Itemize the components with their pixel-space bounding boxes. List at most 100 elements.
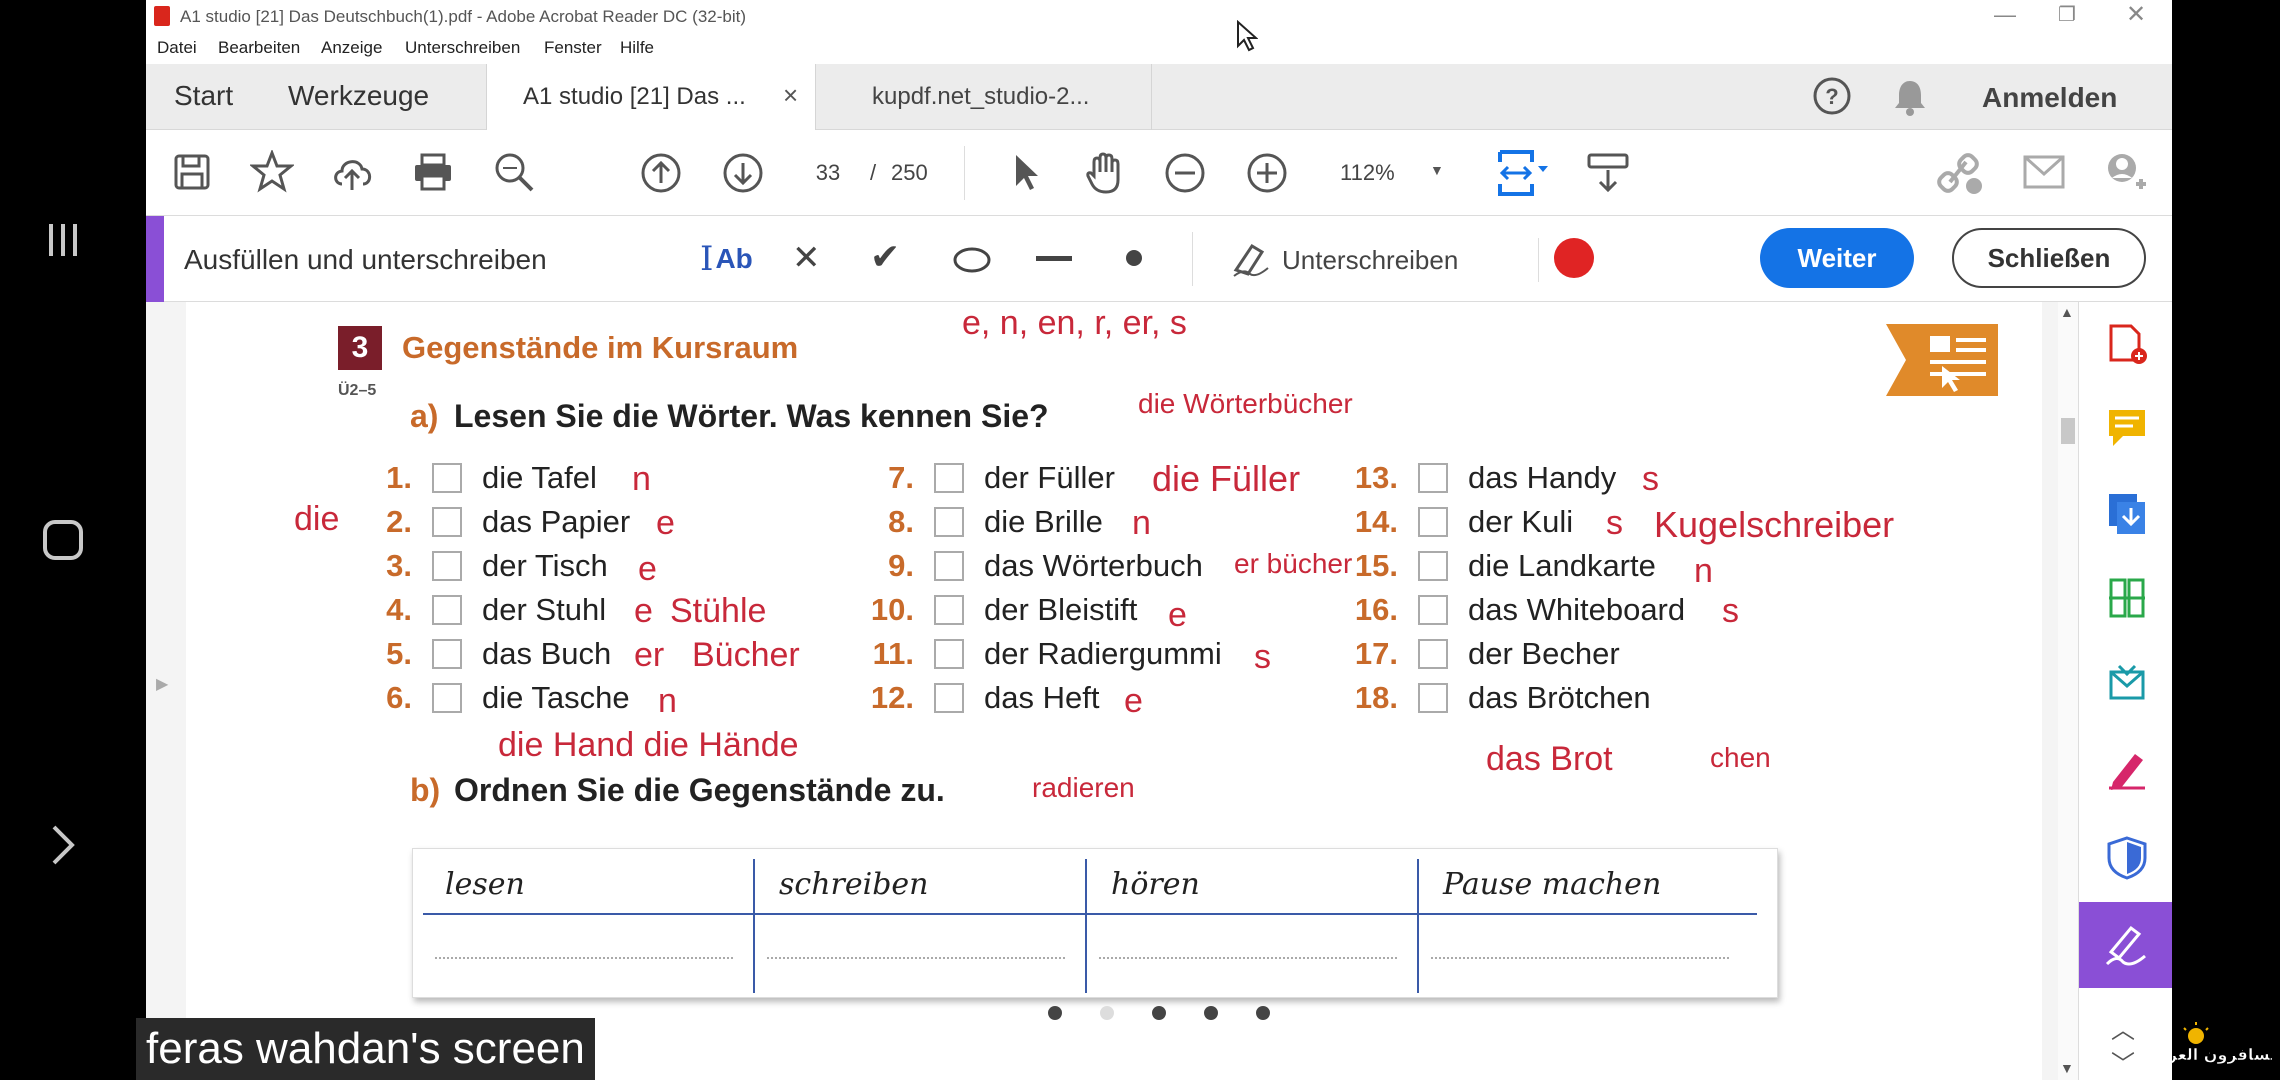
- cross-mark-icon[interactable]: ✕: [792, 238, 821, 278]
- tab-tools[interactable]: Werkzeuge: [288, 80, 429, 112]
- annotation-text[interactable]: s: [1606, 504, 1623, 543]
- menu-item-unterschreiben[interactable]: Unterschreiben: [405, 38, 520, 58]
- panel-scroll-up-icon[interactable]: ︿: [2111, 1010, 2135, 1045]
- upload-cloud-icon[interactable]: [330, 152, 374, 197]
- annotation-text[interactable]: e: [656, 504, 675, 543]
- next-page-icon[interactable]: [722, 152, 764, 199]
- fill-sign-tool-active[interactable]: [2079, 902, 2172, 988]
- organize-pages-icon[interactable]: [2105, 576, 2149, 625]
- annotation-text[interactable]: n: [1132, 504, 1151, 543]
- checkbox[interactable]: [934, 639, 964, 669]
- add-text-tool[interactable]: I Ab: [700, 236, 753, 282]
- restore-icon[interactable]: ❐: [2058, 2, 2076, 27]
- annotation-text[interactable]: n: [632, 460, 651, 499]
- scroll-up-arrow-icon[interactable]: ▲: [2060, 304, 2074, 320]
- checkbox[interactable]: [934, 595, 964, 625]
- annotation-text[interactable]: Stühle: [670, 592, 766, 631]
- checkbox[interactable]: [432, 683, 462, 713]
- previous-page-icon[interactable]: [640, 152, 682, 199]
- scrollbar-thumb[interactable]: [2061, 418, 2075, 444]
- zoom-select[interactable]: 112% ▼: [1322, 152, 1452, 194]
- annotation-text[interactable]: die Wörterbücher: [1138, 388, 1353, 420]
- annotation-text[interactable]: e: [1168, 596, 1187, 635]
- annotation-text[interactable]: das Brot: [1486, 740, 1613, 779]
- checkbox[interactable]: [934, 551, 964, 581]
- annotation-text[interactable]: Kugelschreiber: [1654, 504, 1894, 546]
- sign-in-link[interactable]: Anmelden: [1982, 82, 2117, 114]
- fill-sign-pen-icon[interactable]: [2105, 748, 2149, 797]
- annotation-text[interactable]: radieren: [1032, 772, 1135, 804]
- menu-item-anzeige[interactable]: Anzeige: [321, 38, 382, 58]
- page-fit-icon[interactable]: [1496, 148, 1552, 203]
- sign-tool[interactable]: Unterschreiben: [1230, 238, 1458, 282]
- annotation-text[interactable]: e: [634, 592, 653, 631]
- email-icon[interactable]: [2022, 154, 2066, 195]
- page-number-input[interactable]: 33: [802, 152, 854, 194]
- answer-line[interactable]: [1431, 957, 1729, 959]
- checkbox[interactable]: [934, 507, 964, 537]
- read-mode-icon[interactable]: [1586, 152, 1630, 199]
- checkbox[interactable]: [432, 463, 462, 493]
- annotation-text[interactable]: er: [634, 636, 664, 675]
- create-pdf-icon[interactable]: [2105, 322, 2149, 371]
- annotation-text[interactable]: s: [1642, 460, 1659, 499]
- zoom-in-icon[interactable]: [1246, 152, 1288, 199]
- check-mark-icon[interactable]: ✔: [870, 236, 900, 278]
- annotation-text[interactable]: s: [1254, 638, 1271, 677]
- select-cursor-icon[interactable]: [1010, 152, 1042, 197]
- tab-document-2[interactable]: kupdf.net_studio-2...: [816, 64, 1152, 130]
- checkbox[interactable]: [432, 507, 462, 537]
- bookmark-star-icon[interactable]: [248, 148, 296, 199]
- annotation-text[interactable]: die: [294, 500, 339, 539]
- home-icon[interactable]: [0, 510, 126, 570]
- line-icon[interactable]: [1036, 256, 1072, 261]
- answer-line[interactable]: [1099, 957, 1397, 959]
- menu-item-datei[interactable]: Datei: [157, 38, 197, 58]
- annotation-text[interactable]: chen: [1710, 742, 1771, 774]
- print-icon[interactable]: [412, 152, 454, 197]
- page-dot[interactable]: [1100, 1006, 1114, 1020]
- notifications-bell-icon[interactable]: [1892, 78, 1928, 121]
- checkbox[interactable]: [1418, 595, 1448, 625]
- send-for-review-icon[interactable]: [2105, 662, 2149, 711]
- ellipse-icon[interactable]: [952, 246, 992, 279]
- page-dot[interactable]: [1152, 1006, 1166, 1020]
- menu-item-bearbeiten[interactable]: Bearbeiten: [218, 38, 300, 58]
- scroll-down-arrow-icon[interactable]: ▼: [2060, 1060, 2074, 1076]
- zoom-out-icon[interactable]: [1164, 152, 1206, 199]
- add-user-icon[interactable]: [2102, 150, 2148, 201]
- close-window-icon[interactable]: ✕: [2126, 0, 2146, 29]
- annotation-text[interactable]: Bücher: [692, 636, 800, 675]
- recent-apps-icon[interactable]: [0, 210, 126, 270]
- annotation-text[interactable]: er bücher: [1234, 548, 1352, 580]
- checkbox[interactable]: [432, 595, 462, 625]
- hand-tool-icon[interactable]: [1084, 150, 1128, 201]
- annotation-text[interactable]: e, n, en, r, er, s: [962, 304, 1187, 343]
- tab-start[interactable]: Start: [174, 80, 233, 112]
- panel-scroll-down-icon[interactable]: ﹀: [2111, 1044, 2135, 1079]
- help-icon[interactable]: ?: [1812, 76, 1852, 121]
- search-zoom-icon[interactable]: [492, 150, 536, 199]
- annotation-text[interactable]: die Hand die Hände: [498, 726, 799, 765]
- page-dot[interactable]: [1048, 1006, 1062, 1020]
- export-pdf-icon[interactable]: [2105, 490, 2149, 543]
- protect-shield-icon[interactable]: [2105, 834, 2149, 887]
- tab-document-active[interactable]: A1 studio [21] Das ... ×: [486, 64, 816, 130]
- back-icon[interactable]: [0, 815, 126, 875]
- annotation-text[interactable]: s: [1722, 592, 1739, 631]
- menu-item-fenster[interactable]: Fenster: [544, 38, 602, 58]
- checkbox[interactable]: [432, 551, 462, 581]
- checkbox[interactable]: [1418, 639, 1448, 669]
- answer-line[interactable]: [435, 957, 733, 959]
- share-link-icon[interactable]: [1936, 152, 1984, 201]
- annotation-text[interactable]: die Füller: [1152, 458, 1300, 500]
- annotation-text[interactable]: e: [1124, 682, 1143, 721]
- answer-line[interactable]: [767, 957, 1065, 959]
- vertical-scrollbar[interactable]: ▲ ▼: [2058, 302, 2078, 1080]
- next-button[interactable]: Weiter: [1760, 228, 1914, 288]
- save-icon[interactable]: [172, 152, 212, 197]
- page-dot[interactable]: [1204, 1006, 1218, 1020]
- comment-icon[interactable]: [2105, 406, 2149, 455]
- close-button[interactable]: Schließen: [1952, 228, 2146, 288]
- annotation-text[interactable]: n: [658, 682, 677, 721]
